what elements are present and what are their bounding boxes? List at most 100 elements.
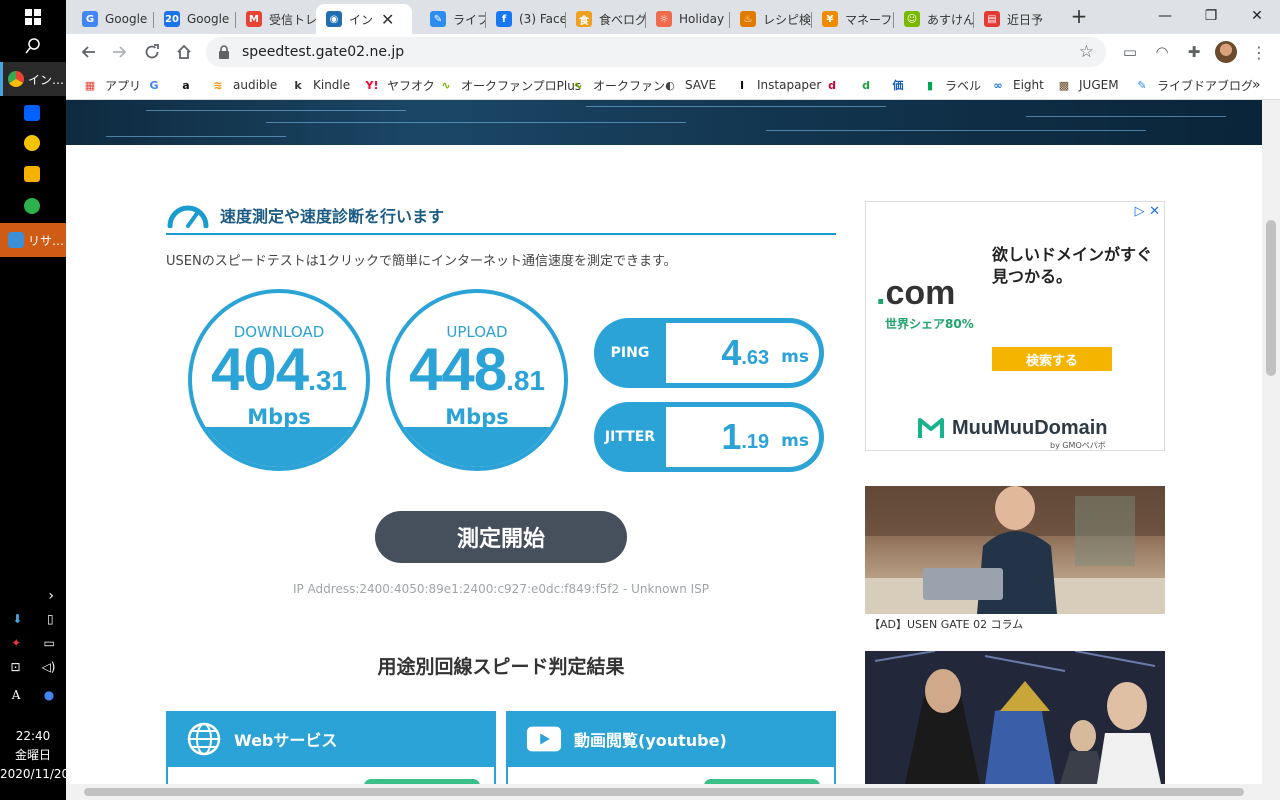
bookmark-11[interactable]: d bbox=[824, 76, 847, 94]
horizontal-scrollbar[interactable] bbox=[66, 784, 1280, 800]
card-video-youtube[interactable]: 動画閲覧(youtube) bbox=[506, 711, 836, 767]
tab-2[interactable]: 20 Google bbox=[154, 4, 236, 34]
back-button[interactable] bbox=[74, 38, 102, 66]
taskbar-app-dropbox[interactable] bbox=[0, 96, 66, 130]
bookmark-9[interactable]: ◐ SAVE bbox=[662, 76, 716, 94]
bookmark-14[interactable]: ▮ ラベル bbox=[922, 76, 981, 94]
tab-7[interactable]: 食食べログ bbox=[566, 4, 646, 34]
ad-share-text: 世界シェア80% bbox=[885, 317, 974, 331]
bookmark-label: audible bbox=[233, 78, 278, 92]
taskbar-search-button[interactable] bbox=[0, 34, 66, 58]
forward-button[interactable] bbox=[106, 38, 134, 66]
arrow-right-icon bbox=[113, 46, 127, 58]
battery-icon[interactable]: ▭ bbox=[44, 636, 55, 650]
bookmark-favicon-icon: k bbox=[294, 78, 302, 92]
globe-icon bbox=[186, 721, 222, 757]
new-tab-button[interactable]: + bbox=[1068, 4, 1090, 28]
bookmark-2[interactable]: G bbox=[146, 76, 169, 94]
tab-12[interactable]: ▤ 近日予 bbox=[974, 4, 1058, 34]
taskbar-app-norton[interactable] bbox=[0, 126, 66, 160]
ime-indicator[interactable]: A bbox=[12, 688, 21, 702]
ping-panel: PING 4 .63 ms bbox=[594, 318, 824, 388]
taskbar-app-research[interactable]: リサ… bbox=[0, 223, 66, 257]
tab-favicon-icon: ◉ bbox=[326, 11, 342, 27]
bookmark-15[interactable]: ∞ Eight bbox=[990, 76, 1043, 94]
bookmark-star-icon[interactable]: ☆ bbox=[1079, 42, 1094, 62]
windows-start-button[interactable] bbox=[0, 4, 66, 30]
bookmarks-overflow-button[interactable]: » bbox=[1252, 76, 1261, 94]
upload-gauge-fill bbox=[390, 427, 564, 467]
minimize-button[interactable]: — bbox=[1142, 0, 1188, 32]
ad-manga-image[interactable] bbox=[865, 651, 1165, 784]
tray-overflow[interactable]: › bbox=[0, 588, 66, 604]
taskbar-app-notes[interactable] bbox=[0, 157, 66, 191]
home-button[interactable] bbox=[170, 38, 198, 66]
address-bar[interactable]: speedtest.gate02.ne.jp ☆ bbox=[206, 37, 1106, 67]
bookmark-13[interactable]: 価 bbox=[890, 76, 913, 94]
extension-headphones-icon[interactable]: ◠ bbox=[1151, 41, 1173, 63]
tab-8[interactable]: ☼ Holiday bbox=[646, 4, 730, 34]
bookmark-4[interactable]: ≋ audible bbox=[210, 76, 277, 94]
tab-favicon-icon: ¥ bbox=[822, 11, 838, 27]
bookmark-8[interactable]: ∿ オークファン bbox=[570, 76, 665, 94]
bookmarks-bar: ▦ アプリ Ga ≋ audible k Kindle Y! ヤフオク ∿ オークファンプロPlus… bbox=[66, 70, 1280, 100]
start-test-button[interactable]: 測定開始 bbox=[375, 511, 627, 563]
tab-4[interactable]: ◉ イン ✕ bbox=[316, 4, 412, 34]
bookmark-1[interactable]: ▦ アプリ bbox=[82, 76, 141, 94]
download-icon[interactable]: ⬇ bbox=[12, 612, 22, 626]
extensions-puzzle-icon[interactable]: ✚ bbox=[1183, 41, 1205, 63]
ip-address-text: IP Address:2400:4050:89e1:2400:c927:e0dc… bbox=[292, 582, 710, 596]
jitter-value-box: 1 .19 ms bbox=[666, 407, 819, 467]
tab-9[interactable]: ♨ レシピ検 bbox=[730, 4, 812, 34]
ad-gmo-text: by GMOペパボ bbox=[1050, 441, 1106, 450]
card-web-services[interactable]: Webサービス bbox=[166, 711, 496, 767]
bookmark-10[interactable]: I Instapaper bbox=[734, 76, 821, 94]
bookmark-16[interactable]: ▩ JUGEM bbox=[1056, 76, 1119, 94]
horizontal-scrollbar-thumb[interactable] bbox=[84, 788, 1244, 796]
bookmark-label: Instapaper bbox=[757, 78, 822, 92]
vertical-scrollbar-thumb[interactable] bbox=[1266, 220, 1276, 376]
ad-column-image[interactable] bbox=[865, 486, 1165, 614]
bookmark-12[interactable]: d bbox=[858, 76, 881, 94]
taskbar-clock[interactable]: 22:40 金曜日 2020/11/20 bbox=[0, 727, 69, 784]
tab-5[interactable]: ✎ ライブド bbox=[420, 4, 486, 34]
tab-close-icon[interactable]: ✕ bbox=[381, 10, 394, 29]
bookmark-label: JUGEM bbox=[1079, 78, 1119, 92]
extension-reader-icon[interactable]: ▭ bbox=[1119, 41, 1141, 63]
tab-1[interactable]: G Google bbox=[72, 4, 154, 34]
bookmark-favicon-icon: a bbox=[182, 78, 190, 92]
profile-avatar[interactable] bbox=[1215, 41, 1237, 63]
bookmark-5[interactable]: k Kindle bbox=[290, 76, 350, 94]
menu-kebab-icon[interactable]: ⋮ bbox=[1248, 41, 1270, 63]
ad-search-button[interactable]: 検索する bbox=[992, 347, 1112, 371]
network-icon[interactable]: ⊡ bbox=[11, 660, 21, 674]
vertical-scrollbar[interactable] bbox=[1262, 100, 1280, 784]
tab-10[interactable]: ¥ マネーフォ bbox=[812, 4, 894, 34]
cortana-icon[interactable]: ● bbox=[44, 688, 54, 702]
close-window-button[interactable]: ✕ bbox=[1234, 0, 1280, 32]
bookmark-3[interactable]: a bbox=[178, 76, 201, 94]
bookmark-7[interactable]: ∿ オークファンプロPlus bbox=[438, 76, 581, 94]
ad-column-caption[interactable]: 【AD】USEN GATE 02 コラム bbox=[869, 616, 1023, 632]
tab-6[interactable]: f (3) Face bbox=[486, 4, 566, 34]
bookmark-label: オークファン bbox=[593, 78, 666, 93]
lock-icon bbox=[219, 45, 229, 59]
speedometer-icon bbox=[167, 205, 209, 228]
hero-banner bbox=[66, 100, 1262, 145]
bookmark-6[interactable]: Y! ヤフオク bbox=[364, 76, 435, 94]
phone-icon[interactable]: ▯ bbox=[47, 612, 54, 626]
person-laptop-image bbox=[865, 486, 1165, 614]
tab-3[interactable]: M 受信トレ bbox=[236, 4, 320, 34]
ad-muumuu-domain[interactable]: ▷ ✕ 欲しいドメインがすぐ 見つかる。 .com 世界シェア80% 検索する … bbox=[865, 201, 1165, 451]
dropbox-tray-icon[interactable]: ✦ bbox=[11, 636, 21, 650]
tab-11[interactable]: ☺ あすけん bbox=[894, 4, 974, 34]
bookmark-favicon-icon: I bbox=[739, 78, 745, 92]
volume-icon[interactable]: ◁) bbox=[42, 660, 56, 674]
ad-choices-icon[interactable]: ▷ ✕ bbox=[1135, 204, 1160, 219]
search-icon bbox=[25, 38, 40, 54]
taskbar-app-chrome[interactable]: イン… bbox=[0, 62, 66, 96]
taskbar-app-evernote[interactable] bbox=[0, 189, 66, 223]
bookmark-17[interactable]: ✎ ライブドアブログ bbox=[1134, 76, 1253, 94]
restore-button[interactable]: ❐ bbox=[1188, 0, 1234, 32]
reload-button[interactable] bbox=[138, 38, 166, 66]
